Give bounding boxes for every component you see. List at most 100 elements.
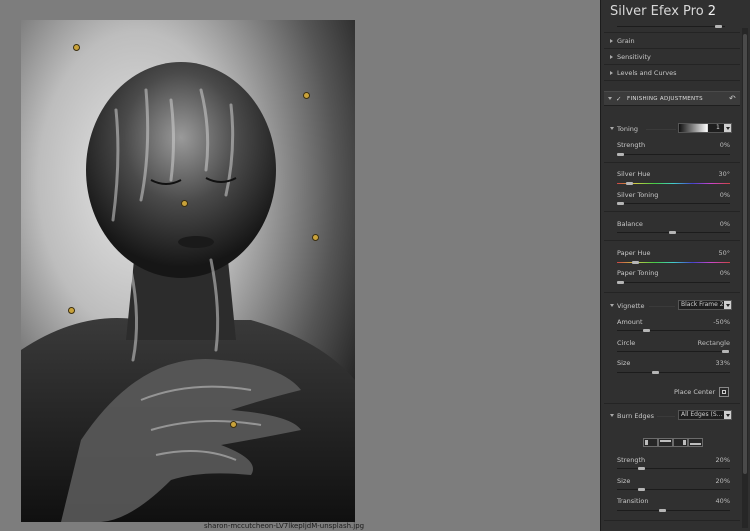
burn-transition-thumb[interactable] bbox=[659, 509, 666, 512]
divider bbox=[604, 32, 740, 33]
burn-strength-thumb[interactable] bbox=[638, 467, 645, 470]
triangle-down-icon[interactable] bbox=[610, 304, 614, 307]
vignette-size-thumb[interactable] bbox=[652, 371, 659, 374]
divider bbox=[604, 520, 740, 521]
edge-bottom-button[interactable] bbox=[688, 438, 703, 447]
panel-scroll-thumb[interactable] bbox=[743, 34, 747, 474]
control-point[interactable] bbox=[73, 44, 80, 51]
place-center-label: Place Center bbox=[674, 388, 716, 396]
control-point[interactable] bbox=[230, 421, 237, 428]
silver-hue-value[interactable]: 30° bbox=[705, 170, 730, 178]
control-point[interactable] bbox=[303, 92, 310, 99]
burn-size-thumb[interactable] bbox=[638, 488, 645, 491]
finishing-title: FINISHING ADJUSTMENTS bbox=[627, 96, 703, 102]
divider bbox=[604, 48, 740, 49]
toning-preset-dropdown[interactable]: 1 bbox=[678, 123, 732, 133]
triangle-down-icon[interactable] bbox=[608, 97, 612, 100]
divider bbox=[604, 162, 740, 163]
paper-hue-label: Paper Hue bbox=[617, 249, 651, 257]
vignette-circle-label: Circle bbox=[617, 339, 636, 347]
edge-left-button[interactable] bbox=[643, 438, 658, 447]
silver-hue-track[interactable] bbox=[617, 183, 730, 184]
vignette-amount-thumb[interactable] bbox=[643, 329, 650, 332]
vignette-preset-dropdown[interactable]: Black Frame 2 bbox=[678, 300, 732, 310]
divider bbox=[604, 240, 740, 241]
paper-toning-track[interactable] bbox=[617, 282, 730, 283]
divider bbox=[604, 403, 740, 404]
section-levels-curves[interactable]: Levels and Curves bbox=[617, 69, 676, 77]
burn-transition-value[interactable]: 40% bbox=[705, 497, 730, 505]
toning-label[interactable]: Toning bbox=[617, 125, 638, 133]
enable-checkmark[interactable]: ✓ bbox=[616, 95, 621, 103]
paper-hue-value[interactable]: 50° bbox=[705, 249, 730, 257]
edge-top-button[interactable] bbox=[658, 438, 673, 447]
vignette-amount-value[interactable]: -50% bbox=[700, 318, 730, 326]
toning-strength-label: Strength bbox=[617, 141, 646, 149]
vignette-shape-thumb[interactable] bbox=[722, 350, 729, 353]
image-filename: sharon-mccutcheon-LV7lkepIjdM-unsplash.j… bbox=[204, 522, 365, 530]
burn-edges-label[interactable]: Burn Edges bbox=[617, 412, 654, 420]
vignette-label[interactable]: Vignette bbox=[617, 302, 644, 310]
vignette-shape-track[interactable] bbox=[617, 351, 730, 352]
divider bbox=[604, 292, 740, 293]
burn-transition-label: Transition bbox=[617, 497, 649, 505]
toning-strength-value[interactable]: 0% bbox=[705, 141, 730, 149]
chevron-down-icon bbox=[724, 411, 731, 419]
divider bbox=[649, 306, 675, 307]
burn-strength-track[interactable] bbox=[617, 468, 730, 469]
section-sensitivity[interactable]: Sensitivity bbox=[617, 53, 651, 61]
triangle-down-icon[interactable] bbox=[610, 414, 614, 417]
control-point[interactable] bbox=[68, 307, 75, 314]
silver-hue-thumb[interactable] bbox=[626, 182, 633, 185]
vignette-rectangle-label: Rectangle bbox=[697, 339, 730, 347]
balance-value[interactable]: 0% bbox=[705, 220, 730, 228]
silver-hue-label: Silver Hue bbox=[617, 170, 651, 178]
section-grain[interactable]: Grain bbox=[617, 37, 635, 45]
slider-track[interactable] bbox=[617, 26, 725, 27]
chevron-down-icon bbox=[724, 301, 731, 309]
divider bbox=[604, 80, 740, 81]
balance-label: Balance bbox=[617, 220, 643, 228]
crosshair-icon[interactable] bbox=[719, 387, 729, 397]
toning-strength-track[interactable] bbox=[617, 154, 730, 155]
vignette-amount-track[interactable] bbox=[617, 330, 730, 331]
control-point[interactable] bbox=[312, 234, 319, 241]
burn-edges-preset-value: All Edges (S... bbox=[681, 411, 723, 418]
burn-size-label: Size bbox=[617, 477, 631, 485]
image-canvas[interactable]: sharon-mccutcheon-LV7lkepIjdM-unsplash.j… bbox=[0, 0, 600, 531]
slider-thumb[interactable] bbox=[715, 25, 722, 28]
triangle-down-icon[interactable] bbox=[610, 127, 614, 130]
divider bbox=[604, 211, 740, 212]
burn-size-value[interactable]: 20% bbox=[705, 477, 730, 485]
burn-size-track[interactable] bbox=[617, 489, 730, 490]
vignette-size-label: Size bbox=[617, 359, 631, 367]
balance-thumb[interactable] bbox=[669, 231, 676, 234]
vignette-size-value[interactable]: 33% bbox=[705, 359, 730, 367]
silver-toning-value[interactable]: 0% bbox=[705, 191, 730, 199]
reset-arrow-icon[interactable]: ↶ bbox=[729, 94, 736, 103]
divider bbox=[604, 64, 740, 65]
edge-right-button[interactable] bbox=[673, 438, 688, 447]
burn-edges-preset-dropdown[interactable]: All Edges (S... bbox=[678, 410, 732, 420]
divider bbox=[657, 416, 675, 417]
silver-toning-thumb[interactable] bbox=[617, 202, 624, 205]
vignette-amount-label: Amount bbox=[617, 318, 643, 326]
triangle-right-icon[interactable] bbox=[610, 71, 613, 75]
triangle-right-icon[interactable] bbox=[610, 39, 613, 43]
burn-strength-value[interactable]: 20% bbox=[705, 456, 730, 464]
burn-transition-track[interactable] bbox=[617, 510, 730, 511]
silver-toning-track[interactable] bbox=[617, 203, 730, 204]
paper-hue-thumb[interactable] bbox=[632, 261, 639, 264]
control-point[interactable] bbox=[181, 200, 188, 207]
vignette-size-track[interactable] bbox=[617, 372, 730, 373]
burn-strength-label: Strength bbox=[617, 456, 646, 464]
vignette-preset-value: Black Frame 2 bbox=[681, 301, 724, 308]
paper-toning-label: Paper Toning bbox=[617, 269, 659, 277]
triangle-right-icon[interactable] bbox=[610, 55, 613, 59]
paper-toning-value[interactable]: 0% bbox=[705, 269, 730, 277]
toning-strength-thumb[interactable] bbox=[617, 153, 624, 156]
paper-toning-thumb[interactable] bbox=[617, 281, 624, 284]
divider bbox=[646, 129, 676, 130]
toning-preset-value: 1 bbox=[716, 124, 720, 131]
chevron-down-icon bbox=[724, 124, 731, 132]
